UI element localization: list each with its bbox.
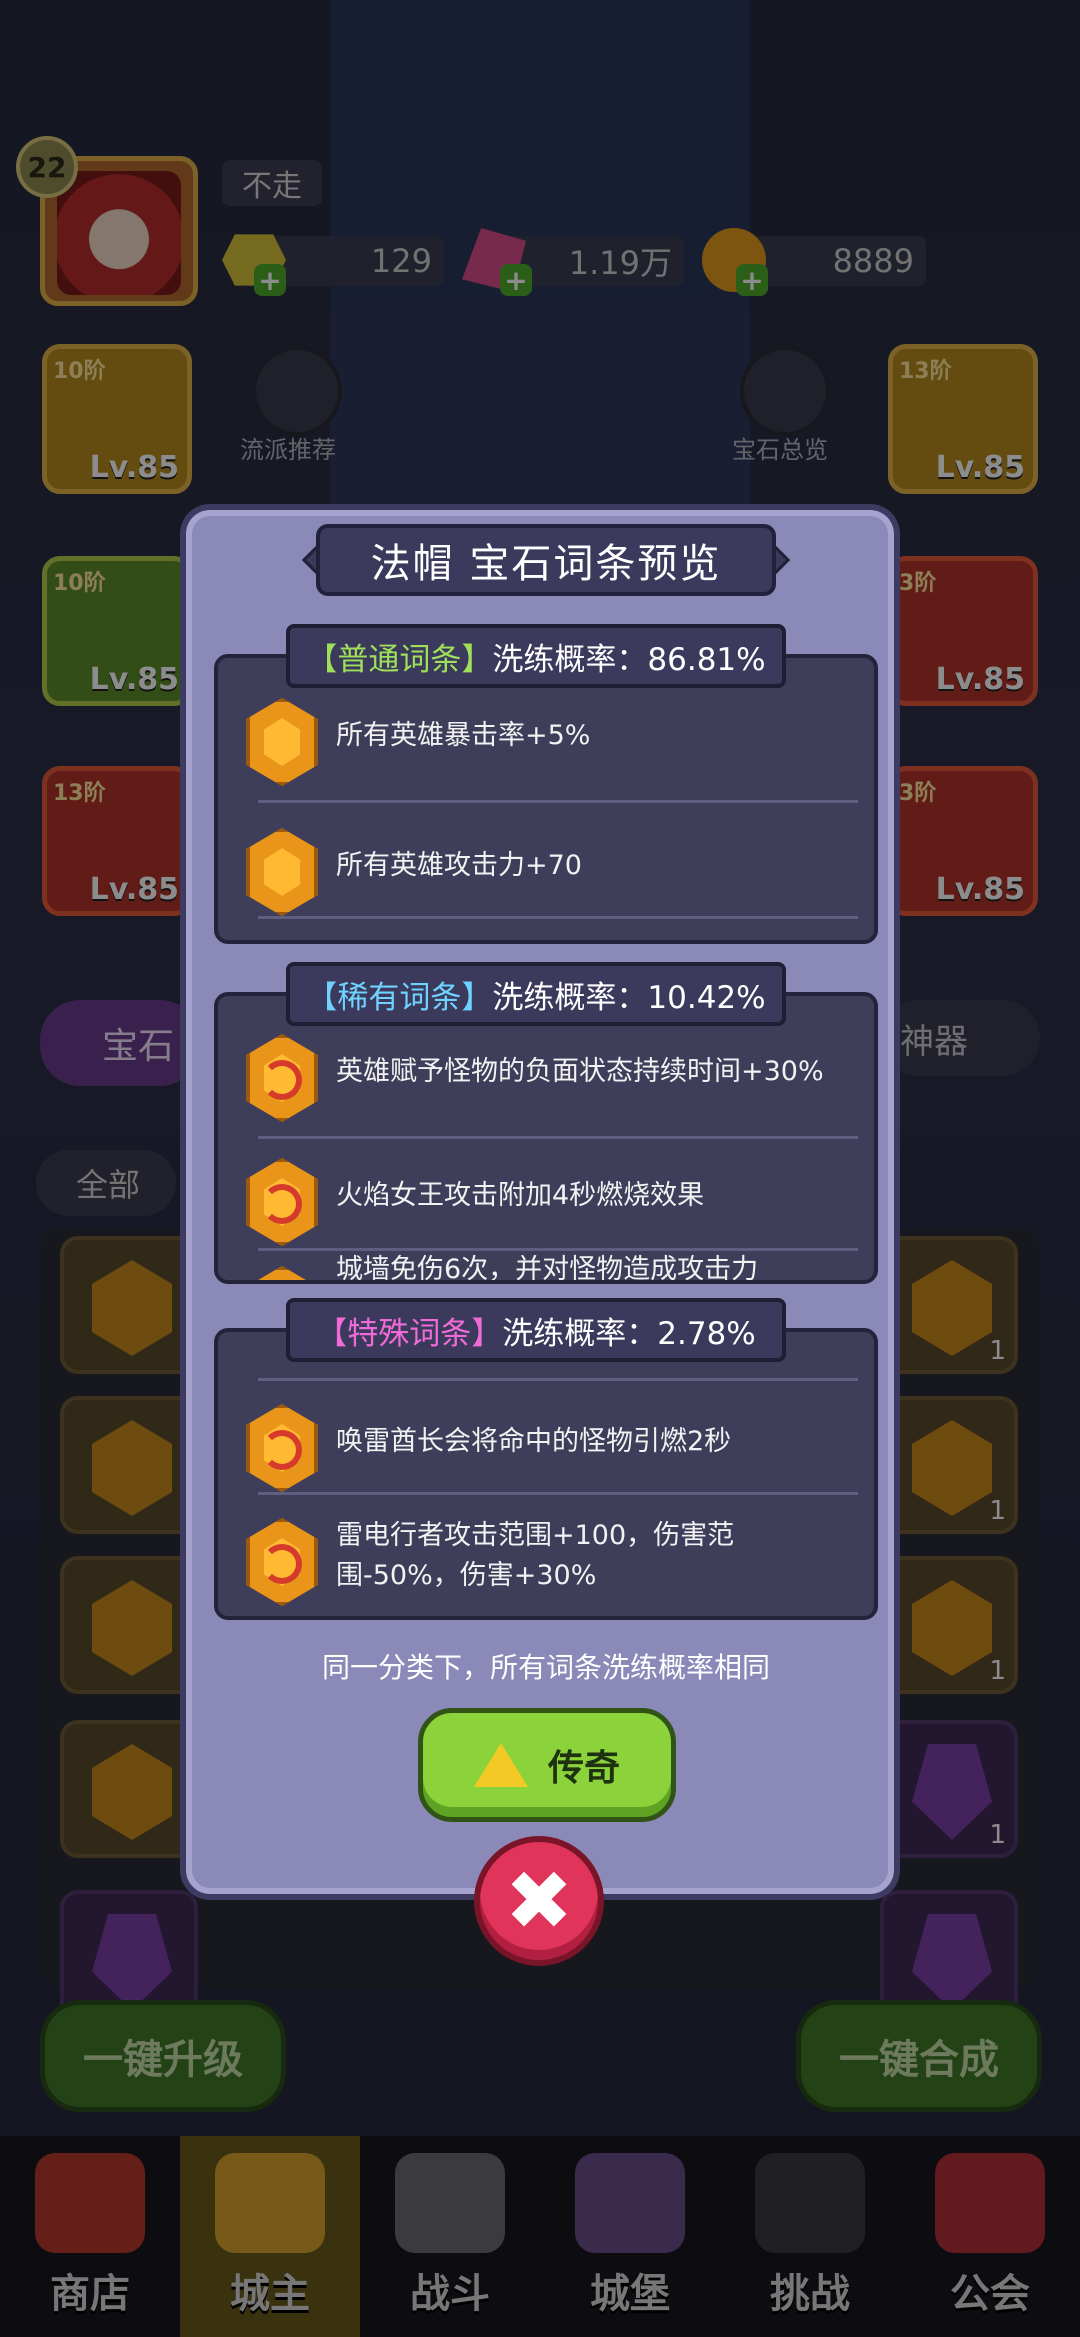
row-divider <box>258 1136 858 1139</box>
row-divider <box>258 800 858 803</box>
row-divider <box>258 916 858 919</box>
section-special: 唤雷酋长会将命中的怪物引燃2秒 雷电行者攻击范围+100，伤害范围-50%，伤害… <box>214 1328 878 1620</box>
affix-text: 火焰女王攻击附加4秒燃烧效果 <box>336 1180 705 1211</box>
section-common: 所有英雄暴击率+5% 所有英雄攻击力+70 <box>214 654 878 944</box>
affix-row: 唤雷酋长会将命中的怪物引燃2秒 <box>218 1386 874 1498</box>
close-icon: ✖ <box>504 1853 574 1949</box>
legendary-button[interactable]: 传奇 <box>418 1708 676 1822</box>
swirl-icon <box>262 1184 302 1224</box>
affix-row: 雷电行者攻击范围+100，伤害范围-50%，伤害+30% <box>218 1500 874 1612</box>
section-tag-special: 【特殊词条】 <box>316 1315 503 1352</box>
row-divider <box>258 1378 858 1381</box>
affix-row: 火焰女王攻击附加4秒燃烧效果 <box>218 1140 874 1252</box>
affix-text: 所有英雄攻击力+70 <box>336 850 582 881</box>
swirl-gem-icon <box>246 1266 318 1280</box>
rate-footnote: 同一分类下，所有词条洗练概率相同 <box>321 1651 770 1684</box>
section-tag-rare: 【稀有词条】 <box>306 979 493 1016</box>
swirl-icon <box>262 1430 302 1470</box>
affix-text: 雷电行者攻击范围+100，伤害范围-50%，伤害+30% <box>336 1520 735 1591</box>
swirl-icon <box>262 1060 302 1100</box>
section-rare: 英雄赋予怪物的负面状态持续时间+30% 火焰女王攻击附加4秒燃烧效果 城墙免伤6… <box>214 992 878 1284</box>
section-header-common: 【普通词条】 洗练概率：86.81% <box>286 624 786 688</box>
affix-row: 所有英雄攻击力+70 <box>218 810 874 922</box>
triangle-gem-icon <box>473 1743 528 1787</box>
affix-text: 英雄赋予怪物的负面状态持续时间+30% <box>336 1056 824 1087</box>
section-tag-common: 【普通词条】 <box>306 641 493 678</box>
section-header-rare: 【稀有词条】 洗练概率：10.42% <box>286 962 786 1026</box>
legendary-button-label: 传奇 <box>547 1748 620 1789</box>
swirl-icon <box>262 1544 302 1584</box>
affix-text: 城墙免伤6次，并对怪物造成攻击力 <box>336 1254 759 1284</box>
affix-text: 唤雷酋长会将命中的怪物引燃2秒 <box>336 1426 732 1457</box>
close-button[interactable]: ✖ <box>474 1836 604 1966</box>
affix-text: 所有英雄暴击率+5% <box>336 720 591 751</box>
section-header-special: 【特殊词条】 洗练概率：2.78% <box>286 1298 786 1362</box>
gem-icon <box>246 698 318 786</box>
section-rate: 洗练概率：86.81% <box>492 641 766 678</box>
section-rate: 洗练概率：2.78% <box>502 1315 756 1352</box>
row-divider <box>258 1492 858 1495</box>
section-rate: 洗练概率：10.42% <box>492 979 766 1016</box>
affix-row: 城墙免伤6次，并对怪物造成攻击力 <box>218 1248 874 1284</box>
gem-affix-preview-dialog: 法帽 宝石词条预览 【普通词条】 洗练概率：86.81% 所有英雄暴击率+5% … <box>180 504 900 1900</box>
affix-row: 所有英雄暴击率+5% <box>218 680 874 792</box>
affix-row: 英雄赋予怪物的负面状态持续时间+30% <box>218 1016 874 1128</box>
dialog-title: 法帽 宝石词条预览 <box>316 524 776 596</box>
gem-icon <box>246 828 318 916</box>
